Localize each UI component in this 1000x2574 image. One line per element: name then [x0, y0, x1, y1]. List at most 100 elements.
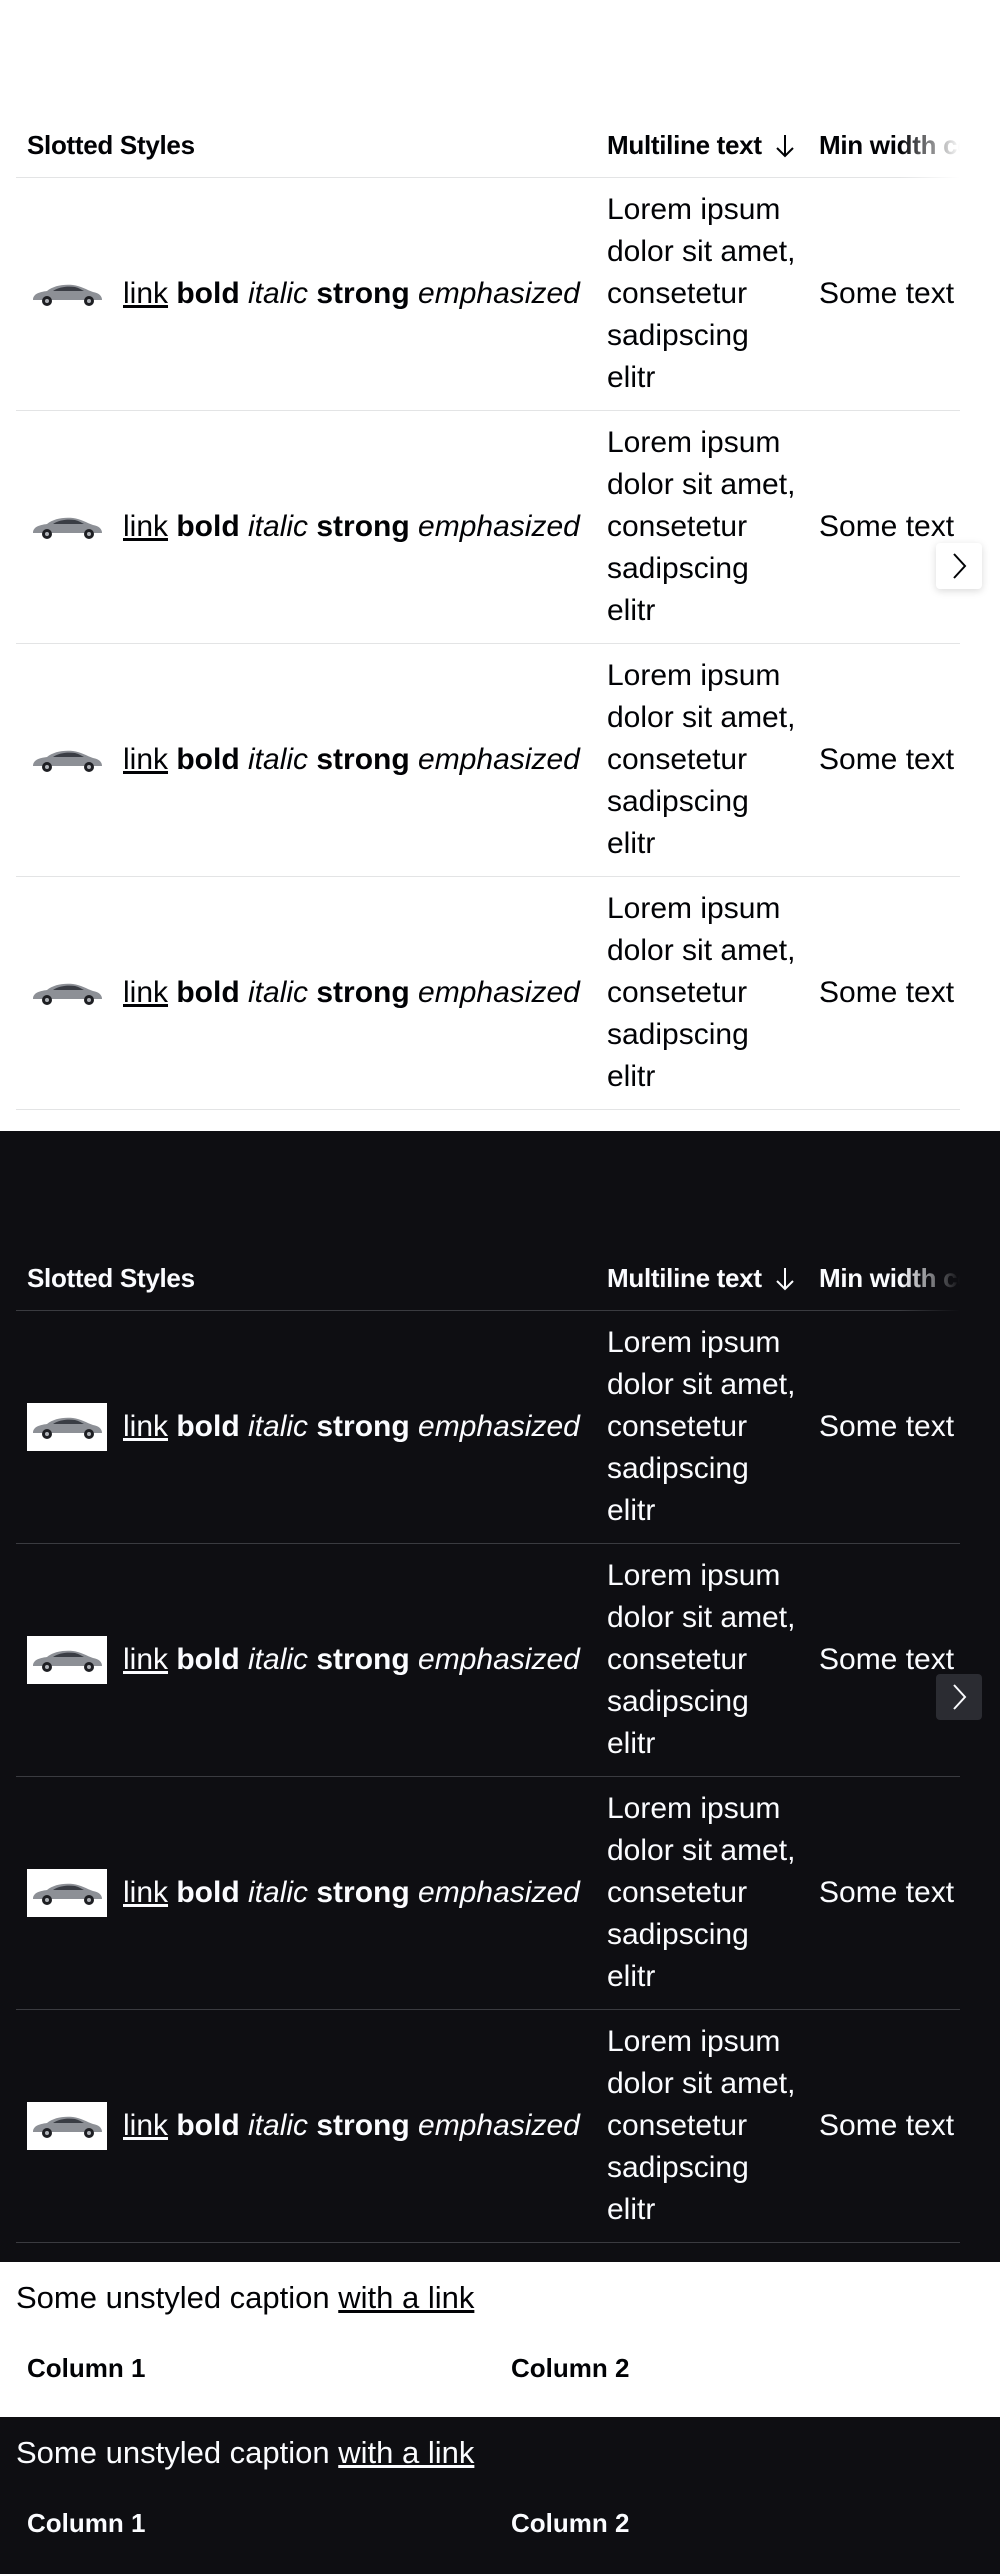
scroll-right-button[interactable]	[936, 1674, 982, 1720]
multiline-text-line: dolor sit amet,	[607, 701, 796, 734]
multiline-text-line: dolor sit amet,	[607, 2067, 796, 2100]
multiline-text-line: dolor sit amet,	[607, 1834, 796, 1867]
header-multiline-text[interactable]: Multiline text	[596, 1263, 808, 1294]
multiline-text-line: dolor sit amet,	[607, 934, 796, 967]
dark-caption-section: Some unstyled caption with a link Column…	[0, 2417, 1000, 2574]
table: Slotted Styles Multiline text Min width …	[16, 1247, 960, 2243]
multiline-text-line: Lorem ipsum	[607, 426, 781, 459]
row-italic-text: italic	[248, 1876, 309, 1909]
multiline-text-line: sadipscing	[607, 785, 749, 818]
caption-text: Some unstyled caption	[16, 2435, 339, 2470]
row-strong-text: strong	[316, 277, 410, 310]
multiline-text-line: Lorem ipsum	[607, 193, 781, 226]
slotted-styles-cell: link bold italic strong emphasized	[16, 1869, 596, 1917]
multiline-text-line: sadipscing	[607, 1685, 749, 1718]
multiline-text-line: sadipscing	[607, 1452, 749, 1485]
multiline-text-line: sadipscing	[607, 319, 749, 352]
multiline-text-line: elitr	[607, 1060, 656, 1093]
table-row: link bold italic strong emphasized Lorem…	[16, 644, 960, 877]
row-strong-text: strong	[316, 2109, 410, 2142]
header-column-2: Column 2	[511, 2508, 630, 2538]
multiline-text-line: elitr	[607, 361, 656, 394]
row-italic-text: italic	[248, 2109, 309, 2142]
multiline-text-line: sadipscing	[607, 2151, 749, 2184]
car-image	[27, 2102, 107, 2150]
multiline-text-line: consetetur	[607, 277, 748, 310]
row-italic-text: italic	[248, 1410, 309, 1443]
dark-table-section: Slotted Styles Multiline text Min width …	[0, 1131, 1000, 2262]
row-link[interactable]: link	[123, 1406, 168, 1448]
min-width-cell: Some text	[819, 2109, 955, 2142]
row-bold-text: bold	[176, 743, 240, 776]
multiline-text-line: sadipscing	[607, 552, 749, 585]
multiline-text-cell: Lorem ipsum dolor sit amet, consetetur sadi…	[596, 422, 808, 632]
chevron-right-icon	[953, 553, 967, 579]
multiline-text-line: Lorem ipsum	[607, 659, 781, 692]
light-caption-section: Some unstyled caption with a link Column…	[0, 2262, 1000, 2417]
car-image	[27, 1403, 107, 1451]
scroll-right-button[interactable]	[936, 543, 982, 589]
multiline-text-line: Lorem ipsum	[607, 892, 781, 925]
multiline-text-line: Lorem ipsum	[607, 1559, 781, 1592]
row-link[interactable]: link	[123, 1639, 168, 1681]
header-column-1: Column 1	[27, 2353, 146, 2383]
row-link[interactable]: link	[123, 2105, 168, 2147]
caption-link[interactable]: with a link	[338, 2280, 474, 2315]
multiline-text-cell: Lorem ipsum dolor sit amet, consetetur sadi…	[596, 189, 808, 399]
header-fade	[900, 1247, 960, 1311]
header-multiline-text[interactable]: Multiline text	[596, 130, 808, 161]
multiline-text-cell: Lorem ipsum dolor sit amet, consetetur sadi…	[596, 888, 808, 1098]
row-link[interactable]: link	[123, 972, 168, 1014]
multiline-text-line: sadipscing	[607, 1018, 749, 1051]
table-header-row: Slotted Styles Multiline text Min width …	[16, 1247, 960, 1311]
table-row: link bold italic strong emphasized Lorem…	[16, 2010, 960, 2243]
multiline-text-line: elitr	[607, 827, 656, 860]
car-image	[27, 1636, 107, 1684]
car-image	[27, 1869, 107, 1917]
multiline-text-cell: Lorem ipsum dolor sit amet, consetetur sadi…	[596, 1555, 808, 1765]
row-bold-text: bold	[176, 2109, 240, 2142]
min-width-cell: Some text	[819, 743, 955, 776]
table-header-row: Slotted Styles Multiline text Min width …	[16, 114, 960, 178]
row-emphasized-text: emphasized	[418, 510, 580, 543]
car-image	[27, 969, 107, 1017]
row-link[interactable]: link	[123, 506, 168, 548]
caption-link[interactable]: with a link	[338, 2435, 474, 2470]
table-row: link bold italic strong emphasized Lorem…	[16, 877, 960, 1110]
row-strong-text: strong	[316, 976, 410, 1009]
table-scroll-area[interactable]: Slotted Styles Multiline text Min width …	[16, 114, 960, 1110]
min-width-cell: Some text	[819, 510, 955, 543]
multiline-text-line: dolor sit amet,	[607, 468, 796, 501]
multiline-text-line: dolor sit amet,	[607, 1601, 796, 1634]
arrow-down-icon	[775, 134, 794, 157]
row-link[interactable]: link	[123, 1872, 168, 1914]
header-slotted-styles: Slotted Styles	[27, 130, 195, 160]
row-link[interactable]: link	[123, 273, 168, 315]
table-row: link bold italic strong emphasized Lorem…	[16, 411, 960, 644]
table-body: link bold italic strong emphasized Lorem…	[16, 178, 960, 1110]
row-strong-text: strong	[316, 510, 410, 543]
multiline-text-cell: Lorem ipsum dolor sit amet, consetetur sadi…	[596, 1322, 808, 1532]
slotted-styles-cell: link bold italic strong emphasized	[16, 1636, 596, 1684]
table-scroll-area[interactable]: Slotted Styles Multiline text Min width …	[16, 1247, 960, 2243]
table-caption: Some unstyled caption with a link	[16, 2280, 474, 2316]
slotted-styles-cell: link bold italic strong emphasized	[16, 1403, 596, 1451]
car-image	[27, 736, 107, 784]
table-caption: Some unstyled caption with a link	[16, 2435, 474, 2471]
multiline-text-line: consetetur	[607, 1410, 748, 1443]
row-italic-text: italic	[248, 277, 309, 310]
row-emphasized-text: emphasized	[418, 1410, 580, 1443]
row-link[interactable]: link	[123, 739, 168, 781]
arrow-down-icon	[775, 1267, 794, 1290]
header-column-1: Column 1	[27, 2508, 146, 2538]
multiline-text-line: elitr	[607, 1960, 656, 1993]
multiline-text-line: consetetur	[607, 1643, 748, 1676]
row-strong-text: strong	[316, 1643, 410, 1676]
car-image	[27, 270, 107, 318]
row-bold-text: bold	[176, 277, 240, 310]
header-slotted-styles: Slotted Styles	[27, 1263, 195, 1293]
multiline-text-cell: Lorem ipsum dolor sit amet, consetetur sadi…	[596, 655, 808, 865]
multiline-text-line: Lorem ipsum	[607, 1792, 781, 1825]
multiline-text-line: dolor sit amet,	[607, 1368, 796, 1401]
row-bold-text: bold	[176, 1410, 240, 1443]
